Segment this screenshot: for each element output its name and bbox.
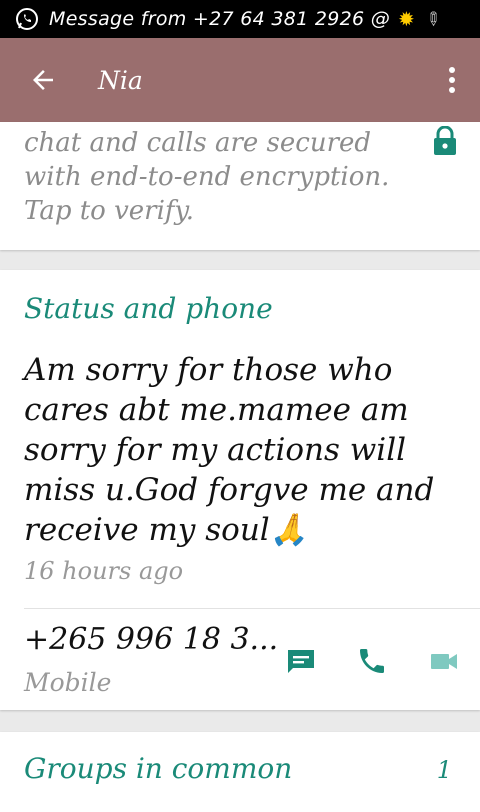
phone-number[interactable]: +265 996 18 3... xyxy=(24,622,278,657)
call-icon[interactable] xyxy=(356,645,388,677)
contact-name: Nia xyxy=(98,65,143,95)
pen-icon: ✎ xyxy=(419,6,446,32)
encryption-card[interactable]: chat and calls are secured with end-to-e… xyxy=(0,122,480,250)
whatsapp-icon xyxy=(16,8,38,30)
status-bar: Message from +27 64 381 2926 @ ✹ ✎ xyxy=(0,0,480,38)
back-arrow-icon[interactable] xyxy=(28,65,58,95)
groups-count: 1 xyxy=(436,756,452,784)
status-heading: Status and phone xyxy=(24,292,273,325)
message-icon[interactable] xyxy=(285,645,317,677)
phone-type: Mobile xyxy=(24,668,112,697)
video-call-icon[interactable] xyxy=(428,645,460,677)
app-bar: Nia xyxy=(0,38,480,122)
notification-text: Message from +27 64 381 2926 @ xyxy=(49,8,391,30)
encryption-text: chat and calls are secured with end-to-e… xyxy=(24,128,390,226)
status-about-text: Am sorry for those who cares abt me.mame… xyxy=(24,352,435,548)
more-vert-icon[interactable] xyxy=(448,66,456,94)
groups-heading: Groups in common xyxy=(24,752,293,785)
sun-icon: ✹ xyxy=(398,7,415,31)
status-and-phone-card: Status and phone Am sorry for those who … xyxy=(0,270,480,710)
lock-icon xyxy=(434,126,456,155)
status-time: 16 hours ago xyxy=(24,557,184,585)
groups-in-common-card[interactable]: Groups in common 1 xyxy=(0,732,480,812)
divider xyxy=(24,608,480,609)
